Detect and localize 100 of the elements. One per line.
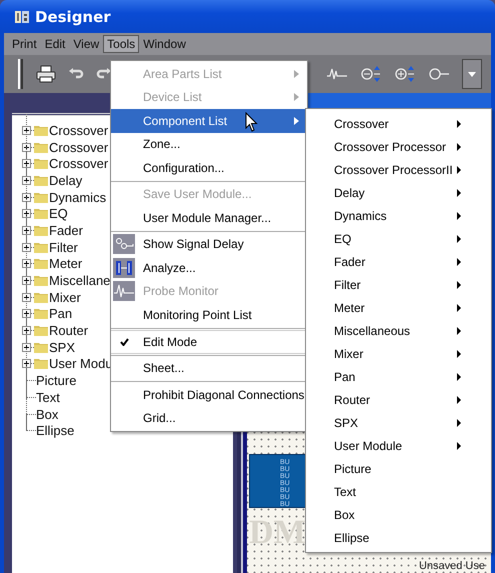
folder-icon: [34, 208, 48, 220]
tree-item[interactable]: EQ: [49, 206, 68, 222]
menu-item[interactable]: Show Signal Delay: [111, 232, 307, 256]
checkmark-icon: [120, 338, 128, 346]
folder-icon: [34, 124, 48, 136]
redo-icon[interactable]: [96, 67, 112, 81]
tree-item[interactable]: Dynamics: [49, 190, 106, 205]
submenu-arrow-icon: [457, 212, 461, 220]
menu-item[interactable]: View: [69, 35, 104, 53]
submenu-arrow-icon: [457, 326, 461, 334]
expand-icon[interactable]: [22, 292, 31, 302]
folder-icon: [34, 292, 48, 303]
expand-icon[interactable]: [22, 326, 31, 336]
cursor-icon: [245, 112, 258, 132]
submenu-arrow-icon: [294, 93, 299, 102]
menu-item[interactable]: Zone...: [111, 132, 307, 156]
submenu-arrow-icon: [457, 350, 461, 358]
tree-item[interactable]: Filter: [49, 240, 78, 255]
menu-item[interactable]: Window: [139, 35, 190, 53]
waveform-icon[interactable]: [326, 66, 348, 82]
menu-item[interactable]: EQ: [306, 227, 491, 250]
zoom-in-icon[interactable]: [394, 65, 416, 83]
expand-icon[interactable]: [22, 192, 31, 202]
expand-icon[interactable]: [22, 226, 31, 235]
expand-icon[interactable]: [22, 159, 31, 168]
tree-item[interactable]: Fader: [49, 222, 83, 238]
menu-item[interactable]: Box: [306, 503, 491, 526]
menu-item[interactable]: Sheet...: [111, 356, 307, 380]
expand-icon[interactable]: [22, 242, 31, 252]
menu-item[interactable]: Picture: [306, 457, 491, 480]
undo-icon[interactable]: [68, 67, 84, 81]
menu-item[interactable]: Miscellaneous: [306, 319, 491, 342]
expand-icon[interactable]: [22, 209, 31, 218]
expand-icon[interactable]: [22, 126, 31, 135]
expand-icon[interactable]: [22, 342, 31, 352]
caret-icon: [468, 72, 476, 76]
menu-item[interactable]: Dynamics: [306, 204, 491, 227]
menu-item[interactable]: Analyze...: [111, 256, 307, 280]
submenu-arrow-icon: [457, 234, 461, 242]
tree-item[interactable]: Miscellane: [49, 273, 110, 288]
menu-item[interactable]: Monitoring Point List: [111, 303, 307, 326]
menu-item[interactable]: Edit: [40, 35, 70, 53]
tree-item[interactable]: Text: [36, 390, 60, 405]
menu-item[interactable]: Crossover: [306, 112, 491, 135]
submenu-arrow-icon: [457, 166, 461, 174]
menu-item[interactable]: Component List: [111, 109, 307, 132]
menu-item[interactable]: User Module: [306, 434, 491, 457]
dropdown-button[interactable]: [462, 59, 482, 89]
submenu-arrow-icon: [457, 372, 461, 380]
expand-icon[interactable]: [22, 259, 31, 268]
waveform-icon: [113, 281, 135, 302]
expand-icon[interactable]: [22, 359, 31, 368]
tree-item[interactable]: Pan: [49, 306, 72, 322]
submenu-arrow-icon: [457, 258, 461, 266]
tree-item[interactable]: Ellipse: [36, 423, 74, 438]
folder-icon: [34, 325, 48, 336]
menu-item[interactable]: Ellipse: [306, 526, 491, 549]
menu-item[interactable]: SPX: [306, 411, 491, 434]
menu-item[interactable]: Configuration...: [111, 156, 307, 180]
expand-icon[interactable]: [22, 176, 31, 185]
submenu-arrow-icon: [457, 442, 461, 450]
menu-item[interactable]: Meter: [306, 296, 491, 319]
expand-icon[interactable]: [22, 309, 31, 318]
menu-item[interactable]: Crossover Processor: [306, 135, 491, 158]
submenu-arrow-icon: [457, 418, 461, 426]
menu-item[interactable]: Mixer: [306, 342, 491, 365]
connector-icon[interactable]: [428, 67, 450, 81]
tree-item[interactable]: Router: [49, 323, 88, 338]
tree-item[interactable]: Picture: [36, 373, 76, 388]
folder-icon: [34, 158, 48, 170]
folder-icon: [34, 174, 48, 186]
menu-item[interactable]: Pan: [306, 365, 491, 388]
expand-icon[interactable]: [22, 142, 31, 152]
menu-item[interactable]: Print: [8, 35, 41, 53]
menu-item[interactable]: Prohibit Diagonal Connections: [111, 383, 307, 406]
folder-icon: [34, 258, 48, 270]
expand-icon[interactable]: [22, 276, 31, 286]
submenu-arrow-icon: [457, 142, 461, 150]
menu-item[interactable]: Delay: [306, 181, 491, 204]
tree-item[interactable]: Mixer: [49, 290, 81, 305]
menu-item[interactable]: Grid...: [111, 406, 307, 430]
menu-item[interactable]: Crossover ProcessorII: [306, 158, 491, 181]
tree-item[interactable]: Delay: [49, 172, 82, 188]
tree-item[interactable]: Crossover: [49, 140, 108, 155]
submenu-arrow-icon: [457, 304, 461, 312]
tree-item[interactable]: Meter: [49, 256, 82, 272]
print-icon[interactable]: [36, 65, 56, 83]
menu-item[interactable]: User Module Manager...: [111, 206, 307, 230]
menu-item[interactable]: Text: [306, 480, 491, 503]
tree-item[interactable]: Box: [36, 406, 58, 422]
menu-item[interactable]: Filter: [306, 273, 491, 296]
tree-item[interactable]: Crossover: [49, 122, 108, 138]
folder-icon: [34, 142, 48, 153]
menu-item[interactable]: Fader: [306, 250, 491, 273]
zoom-out-icon[interactable]: [360, 65, 382, 83]
tree-item[interactable]: Crossover: [49, 156, 108, 172]
menu-item[interactable]: Tools: [103, 35, 140, 53]
tree-item[interactable]: SPX: [49, 340, 76, 355]
analyze-icon: [113, 258, 135, 278]
menu-item[interactable]: Router: [306, 388, 491, 411]
